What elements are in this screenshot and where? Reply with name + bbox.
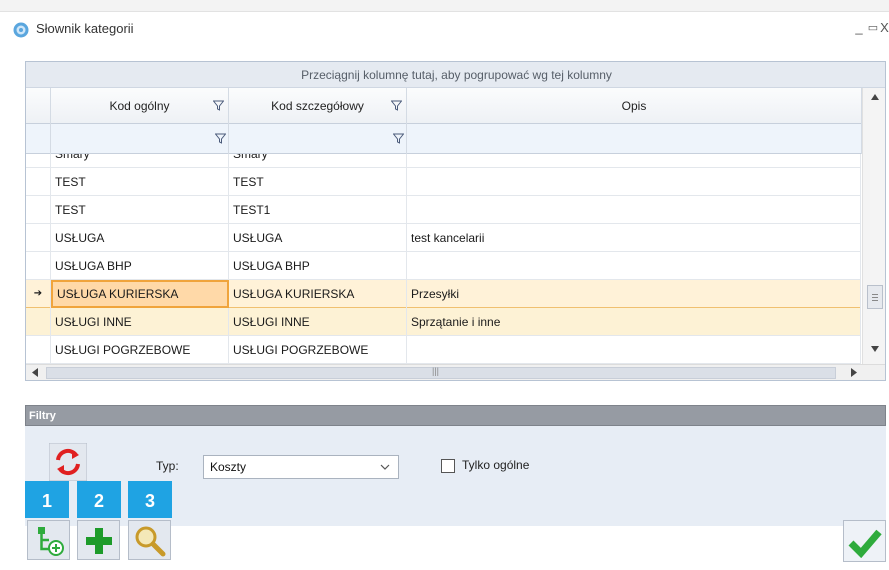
refresh-icon[interactable] (49, 443, 87, 481)
search-icon (135, 526, 166, 557)
horizontal-scrollbar[interactable]: ||| (26, 364, 885, 380)
vertical-scrollbar[interactable] (862, 88, 885, 364)
filter-funnel-icon[interactable] (213, 100, 224, 111)
row-indicator (26, 168, 51, 196)
cell-kod-ogolny-focused[interactable]: USŁUGA KURIERSKA (51, 280, 229, 308)
table-row[interactable]: USŁUGA BHP USŁUGA BHP (26, 252, 861, 280)
row-indicator (26, 224, 51, 252)
scroll-grip: ||| (432, 366, 440, 376)
column-header-label: Opis (621, 99, 647, 113)
callout-badge-3: 3 (128, 481, 172, 518)
cell-opis[interactable] (407, 168, 861, 196)
table-row[interactable]: TEST TEST (26, 168, 861, 196)
cell-kod-ogolny[interactable]: USŁUGA BHP (51, 252, 229, 280)
cell-kod-ogolny[interactable]: TEST (51, 196, 229, 224)
cell-kod-ogolny[interactable]: TEST (51, 168, 229, 196)
cell-kod-ogolny[interactable]: Smary (51, 154, 229, 168)
group-by-panel[interactable]: Przeciągnij kolumnę tutaj, aby pogrupowa… (26, 62, 885, 88)
chevron-down-icon (380, 464, 390, 470)
column-header-label: Kod ogólny (109, 99, 170, 113)
categories-grid: Przeciągnij kolumnę tutaj, aby pogrupowa… (25, 61, 886, 381)
row-indicator (26, 196, 51, 224)
scroll-left-icon[interactable] (32, 368, 38, 377)
scroll-right-icon[interactable] (851, 368, 857, 377)
table-row[interactable]: USŁUGI INNE USŁUGI INNE Sprzątanie i inn… (26, 308, 861, 336)
scroll-down-icon[interactable] (871, 346, 879, 352)
cell-kod-szczegolowy[interactable]: USŁUGA (229, 224, 407, 252)
search-button[interactable] (128, 520, 171, 560)
cell-kod-szczegolowy[interactable]: USŁUGI POGRZEBOWE (229, 336, 407, 364)
current-row-arrow-icon: ➔ (26, 280, 51, 308)
table-row[interactable]: TEST TEST1 (26, 196, 861, 224)
filter-cell-opis[interactable] (407, 124, 862, 154)
add-button[interactable] (77, 520, 120, 560)
title-bar: Słownik kategorii _ ▭ X (0, 12, 889, 46)
table-row-selected[interactable]: ➔ USŁUGA KURIERSKA USŁUGA KURIERSKA Prze… (26, 280, 861, 308)
cell-opis[interactable] (407, 336, 861, 364)
cell-kod-szczegolowy[interactable]: USŁUGA BHP (229, 252, 407, 280)
column-header-kod-szczegolowy[interactable]: Kod szczegółowy (229, 88, 407, 124)
row-indicator (26, 336, 51, 364)
filter-row (26, 124, 885, 154)
cell-opis[interactable]: Sprzątanie i inne (407, 308, 861, 336)
cell-kod-ogolny[interactable]: USŁUGA (51, 224, 229, 252)
filter-funnel-icon[interactable] (215, 133, 226, 144)
cell-opis[interactable]: test kancelarii (407, 224, 861, 252)
callout-badge-1: 1 (25, 481, 69, 518)
filter-cell-kod-szczegolowy[interactable] (229, 124, 407, 154)
cell-opis[interactable]: Przesyłki (407, 280, 861, 308)
tylko-ogolne-label: Tylko ogólne (462, 458, 530, 472)
row-indicator (26, 154, 51, 168)
cell-kod-szczegolowy[interactable]: USŁUGI INNE (229, 308, 407, 336)
cell-opis[interactable] (407, 196, 861, 224)
horizontal-scroll-thumb[interactable]: ||| (46, 366, 836, 379)
column-header-opis[interactable]: Opis (407, 88, 862, 124)
add-subcategory-icon (38, 527, 64, 556)
grid-header: Kod ogólny Kod szczegółowy Opis (26, 88, 885, 124)
add-subcategory-button[interactable] (27, 520, 70, 560)
background-window-strip (0, 0, 889, 12)
cell-kod-ogolny[interactable]: USŁUGI INNE (51, 308, 229, 336)
filter-funnel-icon[interactable] (391, 100, 402, 111)
app-gear-icon (13, 22, 29, 38)
row-indicator-header (26, 88, 51, 124)
typ-selected-value: Koszty (210, 460, 247, 474)
window-title: Słownik kategorii (36, 21, 134, 36)
filter-row-indicator (26, 124, 51, 154)
filters-header: Filtry (25, 405, 886, 426)
cell-opis[interactable] (407, 154, 861, 168)
typ-dropdown[interactable]: Koszty (203, 455, 399, 479)
table-row[interactable]: Smary Smary (26, 154, 861, 168)
close-button[interactable]: X (880, 20, 889, 36)
minimize-button[interactable]: _ (852, 20, 866, 36)
cell-kod-szczegolowy[interactable]: Smary (229, 154, 407, 168)
column-header-kod-ogolny[interactable]: Kod ogólny (51, 88, 229, 124)
column-header-label: Kod szczegółowy (271, 99, 364, 113)
table-row[interactable]: USŁUGA USŁUGA test kancelarii (26, 224, 861, 252)
vertical-scroll-thumb[interactable] (867, 285, 883, 309)
maximize-button[interactable]: ▭ (866, 20, 880, 36)
table-row[interactable]: USŁUGI POGRZEBOWE USŁUGI POGRZEBOWE (26, 336, 861, 364)
cell-opis[interactable] (407, 252, 861, 280)
row-indicator (26, 308, 51, 336)
grid-rows: Smary Smary TEST TEST TEST TEST1 USŁUGA … (26, 154, 861, 364)
cell-kod-szczegolowy[interactable]: TEST1 (229, 196, 407, 224)
dictionary-window: Słownik kategorii _ ▭ X Przeciągnij kolu… (0, 0, 889, 570)
typ-label: Typ: (156, 459, 179, 473)
cell-kod-szczegolowy[interactable]: USŁUGA KURIERSKA (229, 280, 407, 308)
scroll-up-icon[interactable] (871, 94, 879, 100)
cell-kod-ogolny[interactable]: USŁUGI POGRZEBOWE (51, 336, 229, 364)
cell-kod-szczegolowy[interactable]: TEST (229, 168, 407, 196)
checkmark-icon (848, 529, 882, 558)
filter-funnel-icon[interactable] (393, 133, 404, 144)
ok-button[interactable] (843, 520, 886, 562)
row-indicator (26, 252, 51, 280)
add-icon (86, 528, 112, 554)
tylko-ogolne-checkbox[interactable] (441, 459, 455, 473)
filter-cell-kod-ogolny[interactable] (51, 124, 229, 154)
callout-badge-2: 2 (77, 481, 121, 518)
